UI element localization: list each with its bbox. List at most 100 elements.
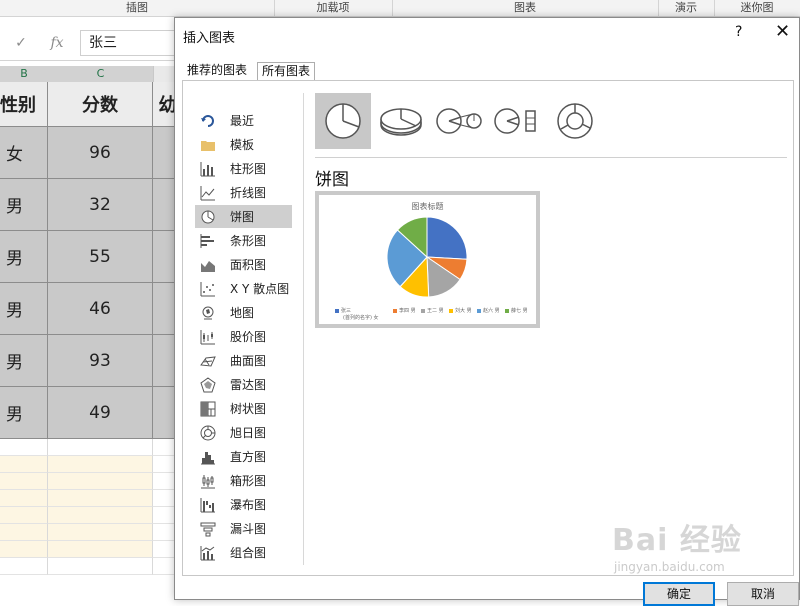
chart-type-item[interactable]: 雷达图 xyxy=(195,373,292,396)
close-icon[interactable]: ✕ xyxy=(775,21,790,42)
chart-type-item[interactable]: 组合图 xyxy=(195,541,292,564)
chart-type-item[interactable]: 面积图 xyxy=(195,253,292,276)
empty-cell[interactable] xyxy=(0,439,48,456)
score-cell[interactable]: 49 xyxy=(48,387,153,439)
empty-cell[interactable] xyxy=(48,473,153,490)
bar-of-pie-icon[interactable] xyxy=(489,93,545,149)
empty-cell[interactable] xyxy=(48,439,153,456)
surface-chart-icon xyxy=(195,353,230,369)
dialog-title: 插入图表 xyxy=(183,31,236,46)
pie-of-pie-icon[interactable] xyxy=(431,93,487,149)
treemap-chart-icon xyxy=(195,401,230,417)
chart-type-item[interactable]: 曲面图 xyxy=(195,349,292,372)
empty-cell[interactable] xyxy=(48,456,153,473)
chart-type-item[interactable]: 旭日图 xyxy=(195,421,292,444)
gender-cell[interactable]: 男 xyxy=(0,335,48,387)
chart-type-label: 组合图 xyxy=(230,546,267,560)
chart-type-item[interactable]: 柱形图 xyxy=(195,157,292,180)
chart-type-item[interactable]: 条形图 xyxy=(195,229,292,252)
ribbon-group-addins[interactable]: 加载项 xyxy=(274,0,393,16)
empty-cell[interactable] xyxy=(0,490,48,507)
chart-type-item[interactable]: 瀑布图 xyxy=(195,493,292,516)
chart-type-item[interactable]: 树状图 xyxy=(195,397,292,420)
chart-type-item[interactable]: 直方图 xyxy=(195,445,292,468)
check-icon[interactable]: ✓ xyxy=(8,32,34,54)
chart-preview[interactable]: 图表标题 张三 李四 男王二 男刘大 男赵六 男薛七 男 (首列的名字) 女 xyxy=(315,191,540,328)
empty-cell[interactable] xyxy=(0,558,48,575)
area-chart-icon xyxy=(195,257,230,273)
watermark-logo: Bai 经验 xyxy=(612,523,742,558)
panel-divider xyxy=(303,93,304,565)
empty-cell[interactable] xyxy=(0,456,48,473)
header-cell[interactable]: 性别 xyxy=(0,82,48,127)
histogram-chart-icon xyxy=(195,449,230,465)
ribbon-group-tours[interactable]: 演示 xyxy=(658,0,715,16)
chart-type-item[interactable]: X Y 散点图 xyxy=(195,277,292,300)
ribbon-group-illustrations[interactable]: 插图 xyxy=(0,0,275,16)
fx-button[interactable]: fx xyxy=(44,32,70,54)
chart-type-item[interactable]: 饼图 xyxy=(195,205,292,228)
chart-type-label: 柱形图 xyxy=(230,162,267,176)
chart-type-label: 折线图 xyxy=(230,186,267,200)
chart-type-item[interactable]: 最近 xyxy=(195,109,292,132)
empty-cell[interactable] xyxy=(0,524,48,541)
tab-all-charts[interactable]: 所有图表 xyxy=(257,62,316,80)
chart-type-label: 面积图 xyxy=(230,258,267,272)
chart-type-label: 箱形图 xyxy=(230,474,267,488)
legend-entry: 赵六 男 xyxy=(477,307,500,314)
chart-type-label: 条形图 xyxy=(230,234,267,248)
empty-cell[interactable] xyxy=(48,490,153,507)
score-cell[interactable]: 32 xyxy=(48,179,153,231)
empty-cell[interactable] xyxy=(48,558,153,575)
help-button[interactable]: ? xyxy=(735,24,742,40)
gender-cell[interactable]: 男 xyxy=(0,283,48,335)
chart-type-label: 瀑布图 xyxy=(230,498,267,512)
gender-cell[interactable]: 女 xyxy=(0,127,48,179)
chart-type-label: 模板 xyxy=(230,138,255,152)
empty-cell[interactable] xyxy=(0,507,48,524)
empty-cell[interactable] xyxy=(0,541,48,558)
chart-type-item[interactable]: 折线图 xyxy=(195,181,292,204)
chart-type-item[interactable]: 股价图 xyxy=(195,325,292,348)
chart-type-label: X Y 散点图 xyxy=(230,282,290,296)
empty-cell[interactable] xyxy=(48,507,153,524)
funnel-chart-icon xyxy=(195,521,230,537)
ok-button[interactable]: 确定 xyxy=(643,582,715,606)
gender-cell[interactable]: 男 xyxy=(0,179,48,231)
chart-type-label: 树状图 xyxy=(230,402,267,416)
score-cell[interactable]: 96 xyxy=(48,127,153,179)
chart-type-item[interactable]: 地图 xyxy=(195,301,292,324)
score-cell[interactable]: 46 xyxy=(48,283,153,335)
score-cell[interactable]: 93 xyxy=(48,335,153,387)
ribbon-group-charts[interactable]: 图表 xyxy=(392,0,659,16)
header-cell[interactable]: 分数 xyxy=(48,82,153,127)
pie-icon[interactable] xyxy=(315,93,371,149)
watermark-url: jingyan.baidu.com xyxy=(614,560,725,574)
legend-entry: 刘大 男 xyxy=(449,307,472,314)
chart-type-label: 雷达图 xyxy=(230,378,267,392)
tab-recommended-charts[interactable]: 推荐的图表 xyxy=(183,62,251,80)
chart-type-item[interactable]: 箱形图 xyxy=(195,469,292,492)
empty-cell[interactable] xyxy=(0,473,48,490)
gender-cell[interactable]: 男 xyxy=(0,231,48,283)
cancel-button[interactable]: 取消 xyxy=(727,582,799,606)
empty-cell[interactable] xyxy=(48,524,153,541)
3d-pie-icon[interactable] xyxy=(373,93,429,149)
legend-entry: 王二 男 xyxy=(421,307,444,314)
chart-type-item[interactable]: 模板 xyxy=(195,133,292,156)
gallery-divider xyxy=(315,157,787,158)
chart-type-item[interactable]: 漏斗图 xyxy=(195,517,292,540)
line-chart-icon xyxy=(195,185,230,201)
gender-cell[interactable]: 男 xyxy=(0,387,48,439)
chart-type-label: 饼图 xyxy=(230,210,255,224)
score-cell[interactable]: 55 xyxy=(48,231,153,283)
empty-cell[interactable] xyxy=(48,541,153,558)
all-charts-panel: 最近模板柱形图折线图饼图条形图面积图 X Y 散点图地图 股价图 曲面图雷达图树状图旭… xyxy=(182,80,794,576)
doughnut-icon[interactable] xyxy=(547,93,603,149)
column-header-b[interactable]: B xyxy=(0,66,49,82)
sunburst-chart-icon xyxy=(195,425,230,441)
ribbon-group-sparklines[interactable]: 迷你图 xyxy=(714,0,800,16)
column-chart-icon xyxy=(195,161,230,177)
column-header-c[interactable]: C xyxy=(48,66,154,82)
chart-type-label: 直方图 xyxy=(230,450,267,464)
